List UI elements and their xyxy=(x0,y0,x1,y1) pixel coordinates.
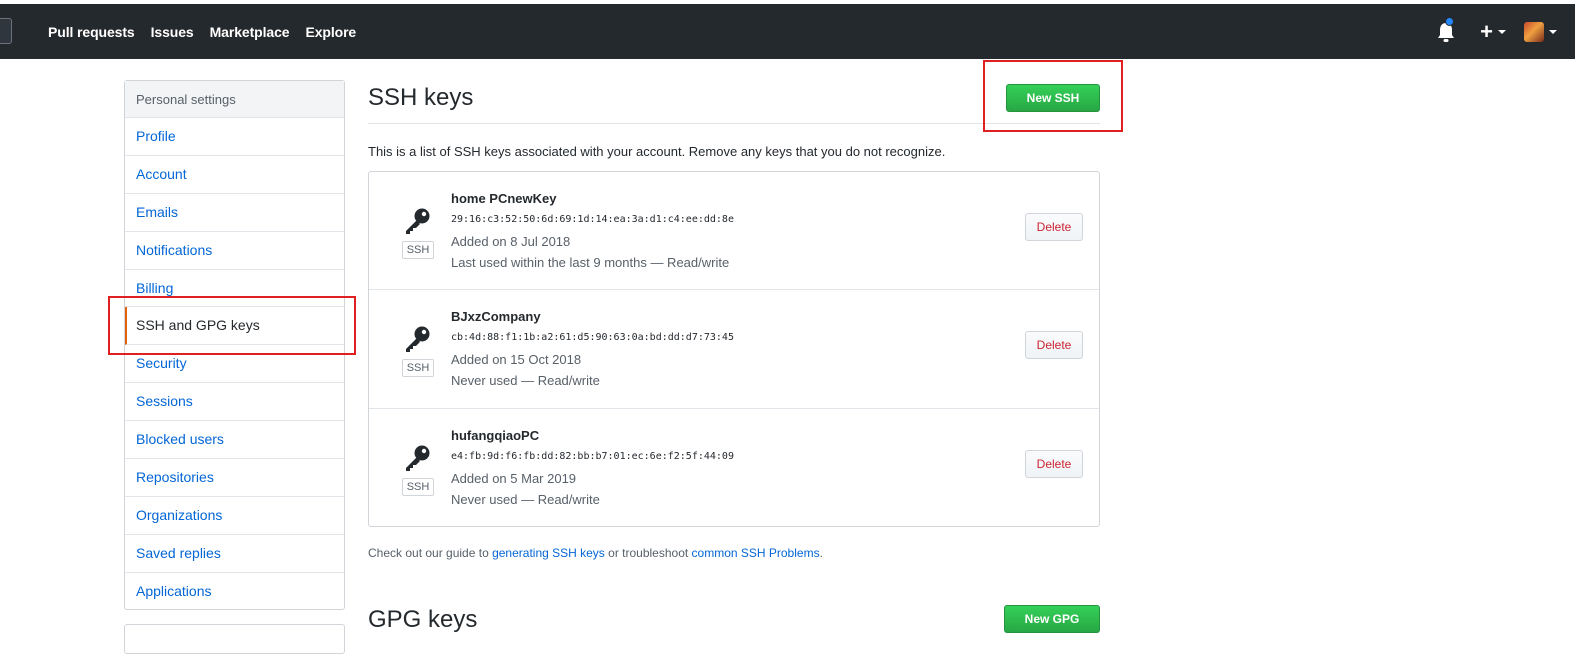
chevron-down-icon xyxy=(1498,30,1506,34)
gpg-keys-title: GPG keys xyxy=(368,606,478,633)
key-fingerprint: 29:16:c3:52:50:6d:69:1d:14:ea:3a:d1:c4:e… xyxy=(451,214,734,225)
sidebar-item-notifications[interactable]: Notifications xyxy=(125,232,344,270)
ssh-key-list: SSH home PCnewKey 29:16:c3:52:50:6d:69:1… xyxy=(368,171,1100,527)
sidebar-item-repositories[interactable]: Repositories xyxy=(125,459,344,497)
sidebar-heading: Personal settings xyxy=(125,81,344,118)
sidebar-item-saved-replies[interactable]: Saved replies xyxy=(125,535,344,573)
sidebar-item-emails[interactable]: Emails xyxy=(125,194,344,232)
key-added-date: Added on 15 Oct 2018 xyxy=(451,352,582,368)
ssh-type-label: SSH xyxy=(402,477,434,496)
delete-key-button[interactable]: Delete xyxy=(1025,331,1083,360)
nav-explore[interactable]: Explore xyxy=(305,24,356,40)
delete-key-button[interactable]: Delete xyxy=(1025,449,1083,478)
new-gpg-key-button[interactable]: New GPG key xyxy=(1004,605,1100,652)
key-icon xyxy=(406,326,430,353)
key-fingerprint: cb:4d:88:f1:1b:a2:61:d5:90:63:0a:bd:dd:d… xyxy=(451,332,734,344)
logo-icon[interactable] xyxy=(0,18,12,44)
sidebar-item-account[interactable]: Account xyxy=(125,156,344,194)
user-menu-dropdown[interactable] xyxy=(1524,22,1557,42)
generating-ssh-keys-link[interactable]: generating SSH keys xyxy=(492,546,605,560)
key-usage: Never used — Read/write xyxy=(451,373,600,389)
delete-key-button[interactable]: Delete xyxy=(1025,213,1083,241)
ssh-key-item: SSH BJxzCompany cb:4d:88:f1:1b:a2:61:d5:… xyxy=(369,290,1099,409)
sidebar-item-organizations[interactable]: Organizations xyxy=(125,497,344,535)
key-title: hufangqiaoPC xyxy=(451,427,540,443)
key-usage: Last used within the last 9 months — Rea… xyxy=(451,255,730,270)
help-text-mid: or troubleshoot xyxy=(604,546,692,560)
ssh-key-item: SSH home PCnewKey 29:16:c3:52:50:6d:69:1… xyxy=(369,172,1099,291)
common-ssh-problems-link[interactable]: common SSH Problems xyxy=(692,546,820,560)
global-nav: Pull requests Issues Marketplace Explore xyxy=(48,24,372,40)
key-icon xyxy=(406,208,430,234)
help-text-pre: Check out our guide to xyxy=(368,546,493,560)
avatar xyxy=(1524,22,1544,42)
key-fingerprint: e4:fb:9d:f6:fb:dd:82:bb:b7:01:ec:6e:f2:5… xyxy=(451,450,734,462)
nav-pull-requests[interactable]: Pull requests xyxy=(48,24,135,40)
nav-issues[interactable]: Issues xyxy=(151,24,194,40)
ssh-key-item: SSH hufangqiaoPC e4:fb:9d:f6:fb:dd:82:bb… xyxy=(369,409,1099,527)
ssh-type-label: SSH xyxy=(402,241,434,259)
chevron-down-icon xyxy=(1549,30,1557,34)
highlight-box xyxy=(983,60,1123,132)
ssh-help-note: Check out our guide to generating SSH ke… xyxy=(368,546,823,560)
help-text-post: . xyxy=(819,546,823,560)
key-usage: Never used — Read/write xyxy=(451,491,600,507)
key-icon xyxy=(406,445,430,471)
header-actions: + xyxy=(1436,17,1557,46)
highlight-box xyxy=(108,296,356,355)
key-title: BJxzCompany xyxy=(451,309,541,325)
sidebar-item-blocked-users[interactable]: Blocked users xyxy=(125,421,344,460)
key-added-date: Added on 8 Jul 2018 xyxy=(451,234,571,249)
nav-marketplace[interactable]: Marketplace xyxy=(210,24,290,40)
sidebar-item-sessions[interactable]: Sessions xyxy=(125,383,344,422)
key-title: home PCnewKey xyxy=(451,191,557,206)
create-new-dropdown[interactable]: + xyxy=(1480,21,1506,43)
ssh-intro-text: This is a list of SSH keys associated wi… xyxy=(368,144,946,159)
ssh-keys-title: SSH keys xyxy=(368,84,474,111)
plus-icon: + xyxy=(1480,19,1493,44)
notifications-button[interactable] xyxy=(1436,17,1458,43)
developer-settings-box xyxy=(124,624,345,654)
ssh-type-label: SSH xyxy=(402,359,434,378)
sidebar-item-applications[interactable]: Applications xyxy=(125,573,344,611)
global-header: Pull requests Issues Marketplace Explore… xyxy=(0,4,1575,59)
key-added-date: Added on 5 Mar 2019 xyxy=(451,470,577,486)
sidebar-item-profile[interactable]: Profile xyxy=(125,118,344,156)
